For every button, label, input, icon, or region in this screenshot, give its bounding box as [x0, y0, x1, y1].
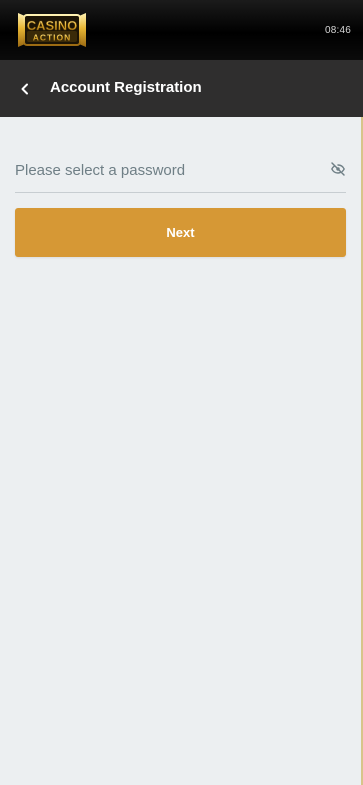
- top-bar: CASINO ACTION 08:46: [0, 0, 363, 60]
- svg-text:ACTION: ACTION: [33, 33, 72, 43]
- casino-action-logo: CASINO ACTION: [18, 13, 86, 47]
- page-header: Account Registration: [0, 60, 363, 117]
- svg-text:CASINO: CASINO: [27, 18, 78, 33]
- next-button[interactable]: Next: [15, 208, 346, 257]
- registration-form: Next: [0, 117, 363, 785]
- back-button[interactable]: [14, 78, 36, 100]
- password-field: [15, 157, 346, 193]
- eye-off-icon[interactable]: [330, 161, 346, 177]
- app-screen: CASINO ACTION 08:46 Account Registration…: [0, 0, 363, 785]
- chevron-left-icon: [21, 83, 28, 95]
- password-input[interactable]: [15, 157, 315, 183]
- page-title: Account Registration: [50, 79, 202, 96]
- status-time: 08:46: [324, 25, 351, 36]
